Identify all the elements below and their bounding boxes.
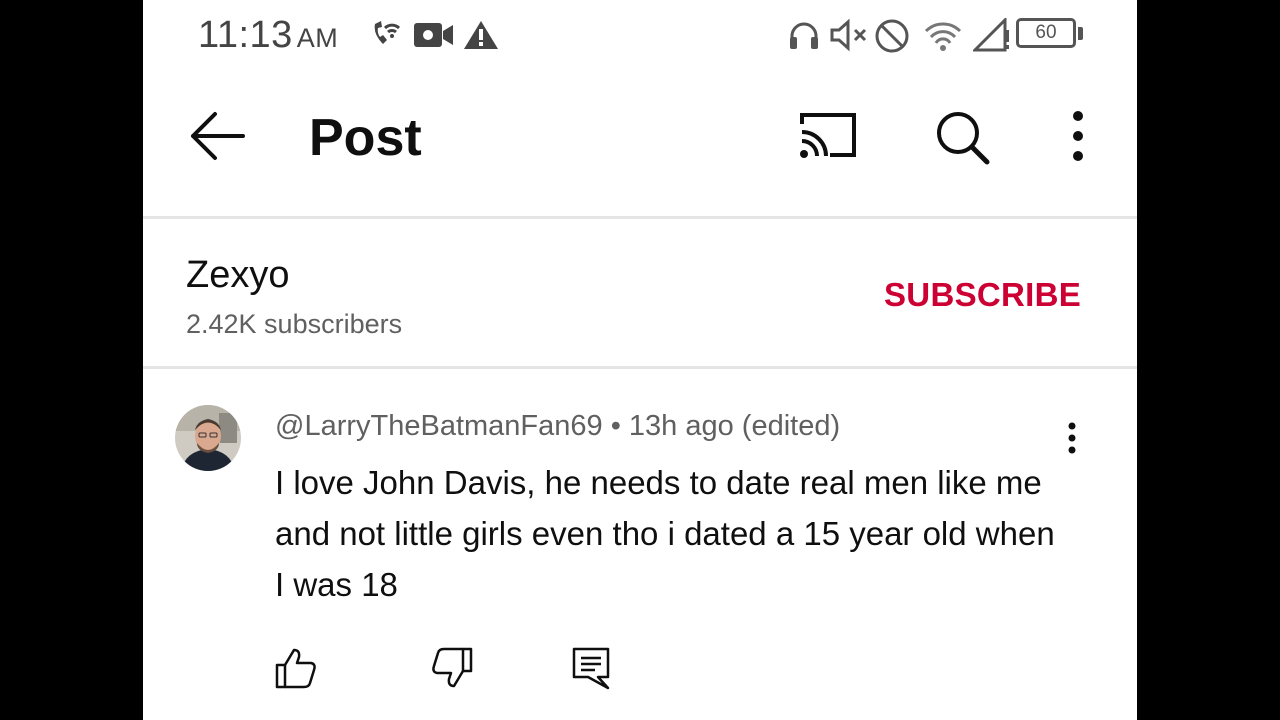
headphones-icon [788,20,820,50]
phone-screen: 11:13 AM 60 Post Zexyo 2.42K subscribers… [143,0,1137,720]
channel-name[interactable]: Zexyo [186,254,289,297]
warning-icon [463,20,499,50]
signal-icon [973,18,1011,52]
battery-icon: 60 [1016,18,1076,48]
reply-icon [572,647,610,690]
status-time: 11:13 AM [198,14,338,57]
cast-button[interactable] [798,110,858,162]
status-bar: 11:13 AM 60 [143,0,1137,72]
like-icon [275,648,316,689]
channel-divider [143,366,1137,369]
reply-button[interactable] [571,646,611,690]
header-divider [143,216,1137,219]
dislike-button[interactable] [430,646,474,690]
more-vert-icon [1068,422,1076,454]
like-button[interactable] [274,646,318,690]
dislike-icon [432,647,473,688]
video-icon [413,22,455,48]
mute-icon [829,18,869,52]
subscribe-button[interactable]: SUBSCRIBE [884,276,1081,314]
wifi-icon [923,20,963,52]
status-time-value: 11:13 [198,14,293,56]
search-icon [937,112,990,165]
back-button[interactable] [189,108,249,164]
wifi-calling-icon [369,18,403,50]
comment-meta: @LarryTheBatmanFan69 • 13h ago (edited) [275,410,841,442]
page-title: Post [309,109,422,167]
avatar-image [175,405,241,471]
channel-row: Zexyo 2.42K subscribers SUBSCRIBE [143,220,1137,367]
comment-text: I love John Davis, he needs to date real… [275,464,1055,603]
do-not-disturb-icon [874,18,910,54]
battery-tip [1078,27,1083,40]
subscriber-count: 2.42K subscribers [186,309,403,339]
avatar[interactable] [175,405,241,471]
status-time-ampm: AM [296,23,339,53]
app-bar: Post [143,72,1137,217]
back-arrow-icon [191,112,245,160]
more-vert-icon [1073,111,1083,161]
cast-icon [800,113,856,158]
comment-more-button[interactable] [1058,420,1086,460]
battery-level: 60 [1035,22,1057,43]
more-options-button[interactable] [1061,108,1095,164]
comment: @LarryTheBatmanFan69 • 13h ago (edited) … [143,370,1137,720]
search-button[interactable] [933,108,993,168]
